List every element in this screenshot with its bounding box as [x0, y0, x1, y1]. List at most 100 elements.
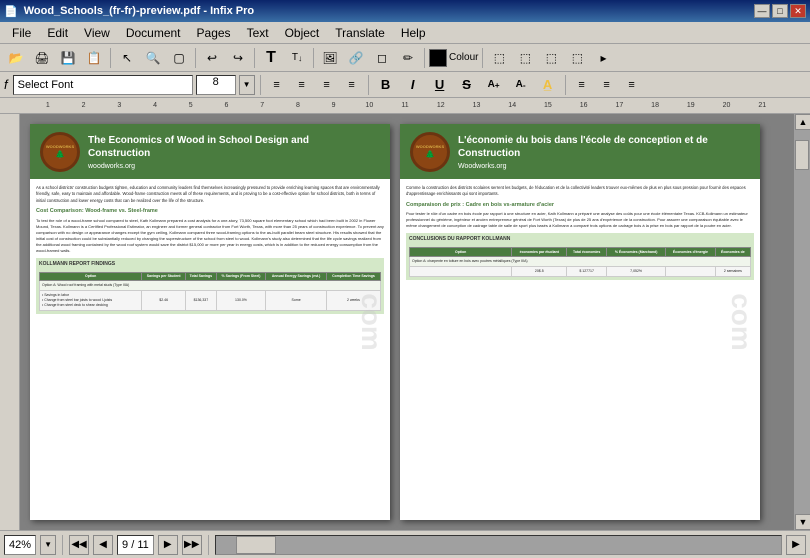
page-right-section-body: Pour tester le rôle d'un cadre en bois é… — [406, 211, 754, 229]
underline-button[interactable]: U — [428, 75, 452, 95]
text-tool[interactable]: T — [259, 47, 283, 69]
italic-button[interactable]: I — [401, 75, 425, 95]
titlebar-left: 📄 Wood_Schools_(fr-fr)-preview.pdf - Inf… — [4, 5, 254, 18]
toolbar-extra-5[interactable]: ▸ — [591, 47, 615, 69]
menu-item-pages[interactable]: Pages — [189, 24, 239, 42]
indent-button[interactable]: ≡ — [596, 75, 618, 95]
sep-font-1 — [260, 75, 261, 95]
shape-tool[interactable]: ◻ — [370, 47, 394, 69]
horizontal-scrollbar[interactable] — [215, 535, 782, 555]
font-name-value: Select Font — [18, 79, 74, 91]
align-center-button[interactable]: ≡ — [291, 75, 313, 95]
scroll-track[interactable] — [795, 130, 810, 514]
ruler-mark-18: 18 — [637, 102, 673, 109]
toolbar-extra-3[interactable]: ⬚ — [539, 47, 563, 69]
page-left-section-title: Cost Comparison: Wood-frame vs. Steel-fr… — [36, 208, 384, 216]
menu-item-help[interactable]: Help — [393, 24, 434, 42]
save-button[interactable]: 💾 — [56, 47, 80, 69]
list-button[interactable]: ≡ — [571, 75, 593, 95]
ruler-mark-17: 17 — [602, 102, 638, 109]
ruler-mark-7: 7 — [244, 102, 280, 109]
page-info-value: 9 / 11 — [122, 539, 149, 551]
font-name-input[interactable]: Select Font — [13, 75, 193, 95]
menu-item-translate[interactable]: Translate — [327, 24, 393, 42]
sep-font-3 — [565, 75, 566, 95]
separator-4 — [313, 48, 314, 68]
bold-button[interactable]: B — [374, 75, 398, 95]
link-tool[interactable]: 🔗 — [344, 47, 368, 69]
sep-status-2 — [208, 535, 209, 555]
ruler-mark-16: 16 — [566, 102, 602, 109]
scroll-thumb[interactable] — [795, 140, 809, 170]
maximize-button[interactable]: □ — [772, 4, 788, 18]
font-size-value: 8 — [213, 76, 219, 88]
menu-item-document[interactable]: Document — [118, 24, 189, 42]
pointer-tool[interactable]: ↖ — [115, 47, 139, 69]
redo-button[interactable]: ↪ — [226, 47, 250, 69]
titlebar-controls: — □ ✕ — [754, 4, 806, 18]
menu-item-edit[interactable]: Edit — [39, 24, 76, 42]
select-tool[interactable]: ▢ — [167, 47, 191, 69]
page-left-title: The Economics of Wood in School Design a… — [88, 134, 340, 160]
strikethrough-button[interactable]: S — [455, 75, 479, 95]
image-tool[interactable]: 🖼 — [318, 47, 342, 69]
nav-play-button[interactable]: ▶ — [158, 535, 178, 555]
left-ruler — [0, 114, 20, 530]
page-right-title: L'économie du bois dans l'école de conce… — [458, 134, 710, 160]
ruler-mark-11: 11 — [387, 102, 423, 109]
pdf-page-right: WOODWORKS 🌲 L'économie du bois dans l'éc… — [400, 124, 760, 520]
highlight-button[interactable]: A̲ — [536, 75, 560, 95]
ruler-mark-6: 6 — [209, 102, 245, 109]
color-swatch — [429, 49, 447, 67]
minimize-button[interactable]: — — [754, 4, 770, 18]
pdf-page-left: WOODWORKS 🌲 The Economics of Wood in Sch… — [30, 124, 390, 520]
ruler-mark-13: 13 — [459, 102, 495, 109]
nav-first-button[interactable]: ◀◀ — [69, 535, 89, 555]
font-size-dropdown[interactable]: ▼ — [239, 75, 255, 95]
zoom-field[interactable]: 42% — [4, 535, 36, 555]
menu-item-view[interactable]: View — [76, 24, 118, 42]
align-left-button[interactable]: ≡ — [266, 75, 288, 95]
zoom-tool[interactable]: 🔍 — [141, 47, 165, 69]
scroll-down-button[interactable]: ▼ — [795, 514, 810, 530]
h-scroll-thumb[interactable] — [236, 536, 276, 554]
toolbar-extra-1[interactable]: ⬚ — [487, 47, 511, 69]
pencil-tool[interactable]: ✏ — [396, 47, 420, 69]
export-button[interactable]: 📋 — [82, 47, 106, 69]
page-area[interactable]: WOODWORKS 🌲 The Economics of Wood in Sch… — [20, 114, 794, 530]
page-left-site: woodworks.org — [88, 163, 340, 170]
zoom-dropdown[interactable]: ▼ — [40, 535, 56, 555]
align-right-button[interactable]: ≡ — [316, 75, 338, 95]
open-button[interactable]: 📂 — [4, 47, 28, 69]
nav-prev-button[interactable]: ◀ — [93, 535, 113, 555]
sep-status-1 — [62, 535, 63, 555]
print-button[interactable]: 🖨 — [30, 47, 54, 69]
outdent-button[interactable]: ≡ — [621, 75, 643, 95]
toolbar-extra-2[interactable]: ⬚ — [513, 47, 537, 69]
subscript-button[interactable]: A- — [509, 75, 533, 95]
sep-font-2 — [368, 75, 369, 95]
separator-2 — [195, 48, 196, 68]
font-toolbar: f Select Font 8 ▼ ≡ ≡ ≡ ≡ B I U S A+ A- … — [0, 72, 810, 98]
menu-item-text[interactable]: Text — [239, 24, 277, 42]
page-left-content: As a school districts' construction budg… — [30, 179, 390, 320]
separator-5 — [424, 48, 425, 68]
woodworks-logo-right: WOODWORKS 🌲 — [410, 132, 450, 172]
menu-item-file[interactable]: File — [4, 24, 39, 42]
nav-next-button[interactable]: ▶▶ — [182, 535, 202, 555]
page-right-table: Option économies par étudiant Total écon… — [409, 247, 751, 277]
align-justify-button[interactable]: ≡ — [341, 75, 363, 95]
toolbar-extra-4[interactable]: ⬚ — [565, 47, 589, 69]
text-flow-tool[interactable]: T↓ — [285, 47, 309, 69]
superscript-button[interactable]: A+ — [482, 75, 506, 95]
undo-button[interactable]: ↩ — [200, 47, 224, 69]
close-button[interactable]: ✕ — [790, 4, 806, 18]
window-title: Wood_Schools_(fr-fr)-preview.pdf - Infix… — [24, 5, 254, 17]
menu-item-object[interactable]: Object — [277, 24, 328, 42]
vertical-scrollbar[interactable]: ▲ ▼ — [794, 114, 810, 530]
colour-label: Colour — [449, 52, 478, 63]
h-scroll-right[interactable]: ▶ — [786, 535, 806, 555]
font-size-input[interactable]: 8 — [196, 75, 236, 95]
ruler-mark-4: 4 — [137, 102, 173, 109]
scroll-up-button[interactable]: ▲ — [795, 114, 810, 130]
